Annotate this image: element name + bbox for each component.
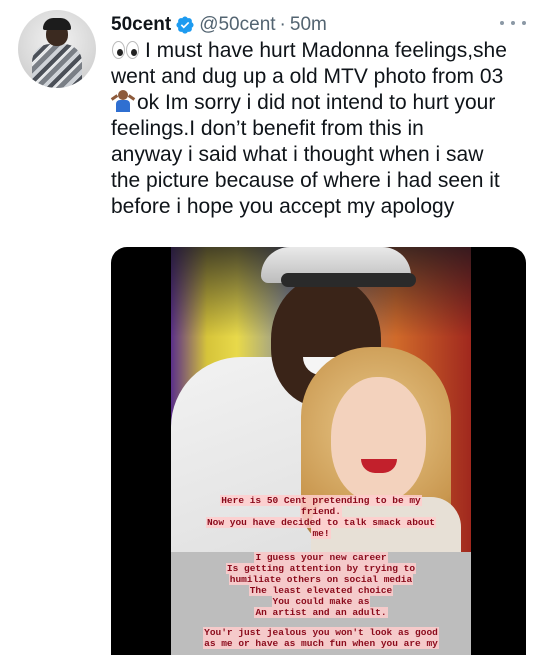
tweet-text-line: anyway i said what i thought when i saw [111,143,484,166]
tweet-text: I must have hurt Madonna feelings,she we… [110,38,536,220]
tweet-text-line: the picture because of where i had seen … [111,169,500,192]
media-caption-2: I guess your new career Is getting atten… [225,552,417,618]
tweet-text-line: feelings.I don’t benefit from this in [111,117,424,140]
tweet-text-line: went and dug up a old MTV photo from 03 [111,65,504,88]
avatar-body [32,44,82,88]
more-horizontal-icon[interactable] [500,14,526,32]
tweet-text-line: I must have hurt Madonna feelings,she [111,38,536,64]
tweet[interactable]: 50cent @50cent · 50m I must have hurt Ma… [0,0,550,655]
avatar[interactable] [18,10,96,88]
timestamp[interactable]: 50m [290,14,327,36]
tweet-media[interactable]: Here is 50 Cent pretending to be my frie… [111,247,526,655]
media-caption-1: Here is 50 Cent pretending to be my frie… [205,495,437,539]
tweet-text-line: before i hope you accept my apology [111,195,455,218]
handle[interactable]: @50cent [199,14,275,36]
avatar-cap [43,18,71,30]
person-shrugging-emoji-icon [110,90,136,112]
eyes-emoji-icon [111,41,141,59]
separator-dot: · [279,14,286,35]
media-caption-3: You'r just jealous you won't look as goo… [203,627,439,649]
display-name[interactable]: 50cent [111,14,171,36]
tweet-header: 50cent @50cent · 50m [111,12,327,38]
tweet-text-line: ok Im sorry i did not intend to hurt you… [110,90,536,116]
verified-badge-icon [175,15,195,35]
